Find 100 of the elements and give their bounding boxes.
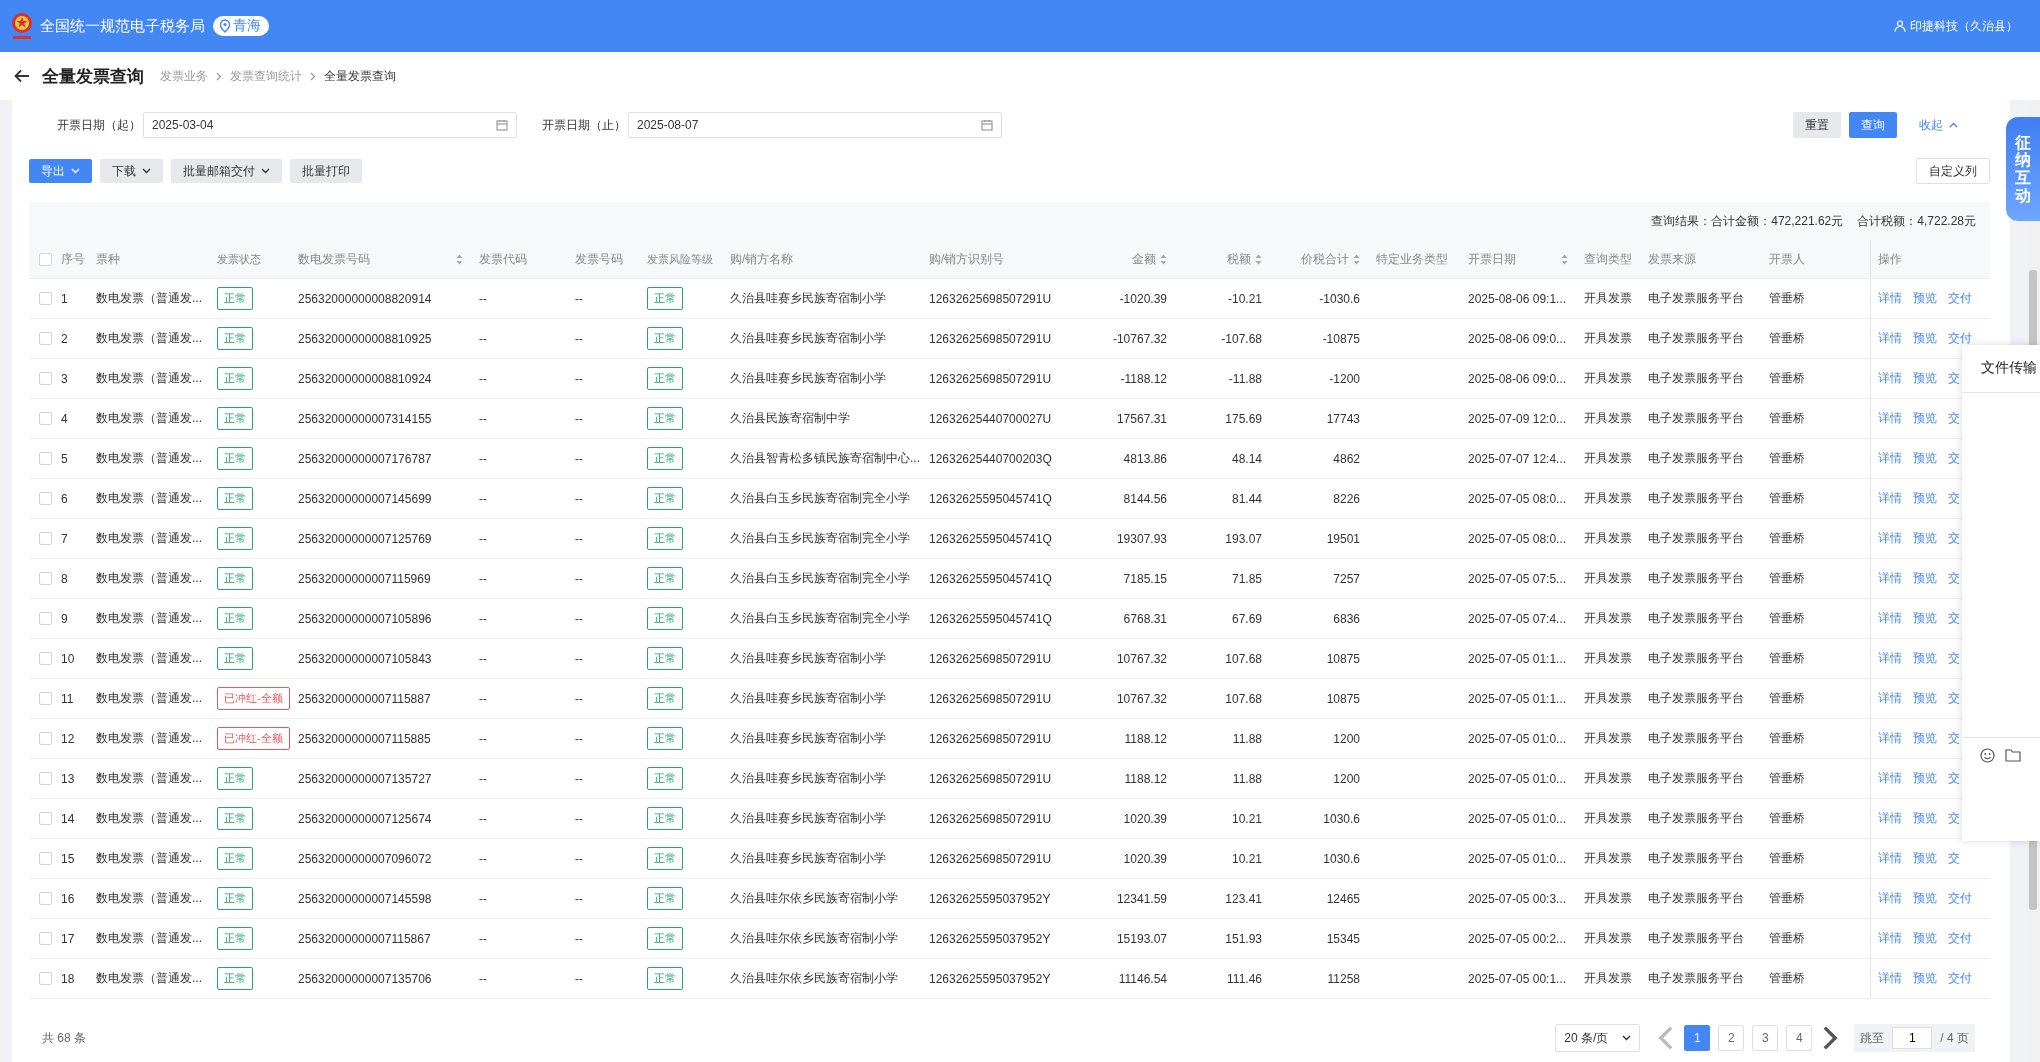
action-link[interactable]: 交 <box>1948 610 1960 627</box>
checkbox[interactable] <box>38 772 52 785</box>
checkbox[interactable] <box>38 812 52 825</box>
checkbox[interactable] <box>38 852 52 865</box>
checkbox[interactable] <box>38 452 52 465</box>
page-size-select[interactable]: 20 条/页 <box>1555 1024 1641 1052</box>
action-link[interactable]: 交 <box>1948 810 1960 827</box>
folder-icon[interactable] <box>2005 748 2021 762</box>
date-field[interactable]: 2025-08-07 <box>628 112 1002 138</box>
query-button[interactable]: 查询 <box>1849 112 1897 138</box>
action-link[interactable]: 交 <box>1948 570 1960 587</box>
action-link[interactable]: 详情 <box>1878 970 1902 987</box>
action-link[interactable]: 详情 <box>1878 290 1902 307</box>
action-link[interactable]: 详情 <box>1878 530 1902 547</box>
user-account[interactable]: 印捷科技（久治县） <box>1894 17 2018 35</box>
checkbox[interactable] <box>38 292 52 305</box>
checkbox[interactable] <box>38 692 52 705</box>
action-link[interactable]: 详情 <box>1878 570 1902 587</box>
action-link[interactable]: 详情 <box>1878 490 1902 507</box>
query-button[interactable]: 重置 <box>1793 112 1841 138</box>
smiley-icon[interactable] <box>1980 748 1995 763</box>
action-link[interactable]: 预览 <box>1913 410 1937 427</box>
checkbox[interactable] <box>38 732 52 745</box>
back-icon[interactable] <box>14 69 30 83</box>
sort-icon[interactable] <box>1353 253 1360 265</box>
page-button[interactable]: 1 <box>1684 1025 1711 1051</box>
collapse-link[interactable]: 收起 <box>1915 112 1962 138</box>
page-button[interactable]: 2 <box>1718 1025 1745 1051</box>
action-link[interactable]: 预览 <box>1913 370 1937 387</box>
breadcrumb-item[interactable]: 发票查询统计 <box>230 67 302 85</box>
action-link[interactable]: 预览 <box>1913 890 1937 907</box>
action-link[interactable]: 预览 <box>1913 810 1937 827</box>
page-button[interactable]: 4 <box>1786 1025 1813 1051</box>
checkbox[interactable] <box>38 892 52 905</box>
breadcrumb-item[interactable]: 发票业务 <box>160 67 208 85</box>
sort-icon[interactable] <box>1561 253 1568 265</box>
custom-columns-button[interactable]: 自定义列 <box>1916 158 1990 184</box>
action-link[interactable]: 预览 <box>1913 770 1937 787</box>
action-link[interactable]: 详情 <box>1878 410 1902 427</box>
action-link[interactable]: 交 <box>1948 770 1960 787</box>
checkbox[interactable] <box>38 652 52 665</box>
sort-icon[interactable] <box>1160 253 1167 265</box>
action-link[interactable]: 详情 <box>1878 370 1902 387</box>
action-link[interactable]: 详情 <box>1878 810 1902 827</box>
action-link[interactable]: 交 <box>1948 650 1960 667</box>
action-link[interactable]: 交 <box>1948 410 1960 427</box>
action-link[interactable]: 预览 <box>1913 930 1937 947</box>
page-button[interactable]: 3 <box>1752 1025 1779 1051</box>
toolbar-button[interactable]: 批量邮箱交付 <box>171 159 282 183</box>
sort-icon[interactable] <box>1255 253 1262 265</box>
action-link[interactable]: 详情 <box>1878 450 1902 467</box>
action-link[interactable]: 详情 <box>1878 930 1902 947</box>
action-link[interactable]: 详情 <box>1878 690 1902 707</box>
action-link[interactable]: 预览 <box>1913 730 1937 747</box>
location-badge[interactable]: 青海 <box>213 16 269 36</box>
action-link[interactable]: 预览 <box>1913 290 1937 307</box>
action-link[interactable]: 详情 <box>1878 650 1902 667</box>
action-link[interactable]: 预览 <box>1913 610 1937 627</box>
breadcrumb-item[interactable]: 全量发票查询 <box>324 67 396 85</box>
action-link[interactable]: 交 <box>1948 370 1960 387</box>
action-link[interactable]: 详情 <box>1878 330 1902 347</box>
action-link[interactable]: 交付 <box>1948 970 1972 987</box>
action-link[interactable]: 交付 <box>1948 890 1972 907</box>
action-link[interactable]: 交付 <box>1948 330 1972 347</box>
toolbar-button[interactable]: 导出 <box>29 159 92 183</box>
action-link[interactable]: 预览 <box>1913 330 1937 347</box>
action-link[interactable]: 交 <box>1948 690 1960 707</box>
checkbox[interactable] <box>38 612 52 625</box>
action-link[interactable]: 详情 <box>1878 730 1902 747</box>
action-link[interactable]: 详情 <box>1878 770 1902 787</box>
checkbox[interactable] <box>38 532 52 545</box>
checkbox[interactable] <box>38 372 52 385</box>
action-link[interactable]: 交 <box>1948 490 1960 507</box>
action-link[interactable]: 预览 <box>1913 690 1937 707</box>
toolbar-button[interactable]: 下载 <box>100 159 163 183</box>
action-link[interactable]: 详情 <box>1878 890 1902 907</box>
checkbox[interactable] <box>38 972 52 985</box>
action-link[interactable]: 交付 <box>1948 930 1972 947</box>
page-input[interactable]: 1 <box>1892 1027 1933 1049</box>
checkbox[interactable] <box>38 932 52 945</box>
action-link[interactable]: 交 <box>1948 450 1960 467</box>
toolbar-button[interactable]: 批量打印 <box>290 159 362 183</box>
checkbox[interactable] <box>38 252 52 266</box>
action-link[interactable]: 预览 <box>1913 450 1937 467</box>
checkbox[interactable] <box>38 572 52 585</box>
checkbox[interactable] <box>38 332 52 345</box>
action-link[interactable]: 预览 <box>1913 850 1937 867</box>
date-field[interactable]: 2025-03-04 <box>143 112 517 138</box>
action-link[interactable]: 预览 <box>1913 570 1937 587</box>
action-link[interactable]: 详情 <box>1878 610 1902 627</box>
action-link[interactable]: 预览 <box>1913 490 1937 507</box>
action-link[interactable]: 交 <box>1948 730 1960 747</box>
action-link[interactable]: 交付 <box>1948 290 1972 307</box>
action-link[interactable]: 交 <box>1948 530 1960 547</box>
checkbox[interactable] <box>38 492 52 505</box>
action-link[interactable]: 预览 <box>1913 530 1937 547</box>
sort-icon[interactable] <box>456 253 463 265</box>
checkbox[interactable] <box>38 412 52 425</box>
action-link[interactable]: 预览 <box>1913 650 1937 667</box>
action-link[interactable]: 详情 <box>1878 850 1902 867</box>
